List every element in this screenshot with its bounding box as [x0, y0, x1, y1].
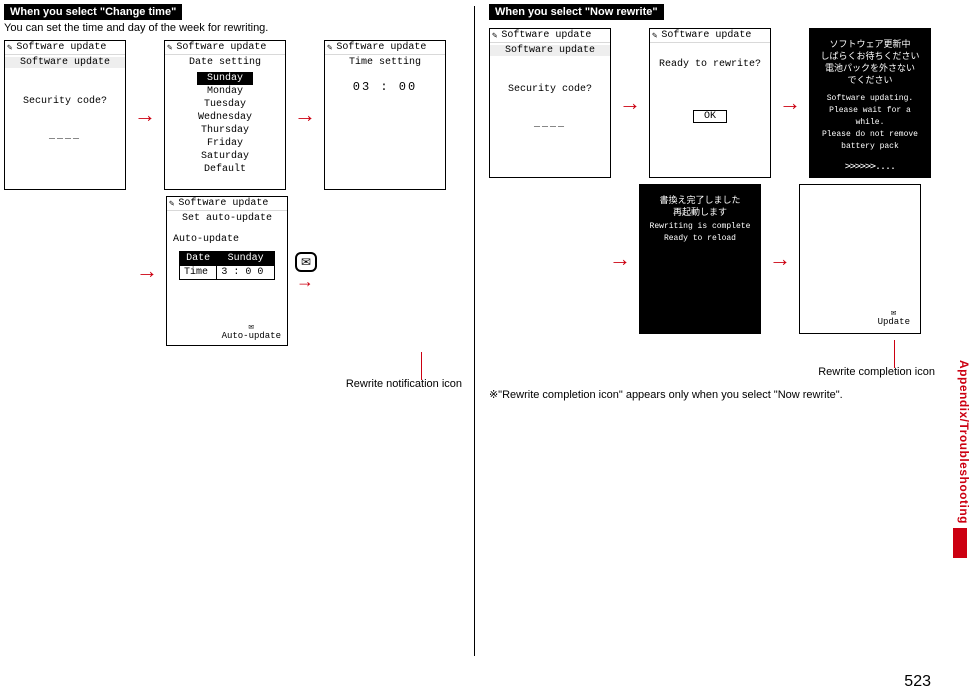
- arrow-icon: →: [615, 92, 645, 114]
- ok-button[interactable]: OK: [693, 110, 727, 123]
- callout-line: [894, 340, 895, 368]
- screen-auto-update: ✎Software update Set auto-update Auto-up…: [166, 196, 288, 346]
- screen-updating: ソフトウェア更新中 しばらくお待ちください 電池パックを外さない でください S…: [809, 28, 931, 178]
- security-input-2[interactable]: ____: [494, 119, 606, 130]
- completion-tiny-icon: ✉Update: [878, 309, 910, 327]
- screen-security-code: ✎Software update Software update Securit…: [4, 40, 126, 190]
- day-selected: Sunday: [197, 72, 253, 85]
- edit-icon: ✎: [652, 31, 657, 41]
- mail-icon: ✉: [295, 252, 317, 272]
- screen-final: ✉Update: [799, 184, 921, 334]
- notification-tiny-icon: ✉Auto-update: [222, 323, 281, 341]
- day-list[interactable]: Sunday Monday Tuesday Wednesday Thursday…: [165, 72, 285, 176]
- left-flow-row-2: → ✎Software update Set auto-update Auto-…: [132, 196, 464, 346]
- callout-line: [421, 352, 422, 380]
- auto-update-table: DateSunday Time3 : 0 0: [179, 251, 275, 280]
- edit-icon: ✎: [167, 43, 172, 53]
- time-value[interactable]: 03 : 00: [325, 78, 445, 96]
- right-header: When you select "Now rewrite": [489, 4, 664, 20]
- arrow-icon: →: [765, 248, 795, 270]
- screen-date-setting: ✎Software update Date setting Sunday Mon…: [164, 40, 286, 190]
- screen-ready-rewrite: ✎Software update Ready to rewrite? OK: [649, 28, 771, 178]
- mail-arrow-stack: ✉ →: [292, 252, 318, 290]
- security-input[interactable]: ____: [9, 131, 121, 142]
- arrow-icon: →: [292, 272, 318, 290]
- edit-icon: ✎: [492, 31, 497, 41]
- right-note: ※"Rewrite completion icon" appears only …: [489, 388, 935, 401]
- screen-time-setting: ✎Software update Time setting 03 : 00: [324, 40, 446, 190]
- screen-complete: 書換え完了しました 再起動します Rewriting is complete R…: [639, 184, 761, 334]
- left-header: When you select "Change time": [4, 4, 182, 20]
- arrow-icon: →: [132, 260, 162, 282]
- right-callout: Rewrite completion icon: [635, 366, 935, 378]
- arrow-icon: →: [130, 104, 160, 126]
- edit-icon: ✎: [7, 43, 12, 53]
- side-tab: Appendix/Troubleshooting: [957, 360, 971, 524]
- arrow-icon: →: [775, 92, 805, 114]
- left-column: When you select "Change time" You can se…: [4, 4, 474, 656]
- left-callout: Rewrite notification icon: [162, 378, 462, 390]
- page-number: 523: [904, 673, 931, 691]
- edit-icon: ✎: [169, 199, 174, 209]
- edit-icon: ✎: [327, 43, 332, 53]
- arrow-icon: →: [290, 104, 320, 126]
- security-prompt: Security code?: [9, 96, 121, 107]
- auto-update-label: Auto-update: [173, 234, 287, 245]
- right-flow-row-2: → 書換え完了しました 再起動します Rewriting is complete…: [605, 184, 935, 334]
- arrow-icon: →: [605, 248, 635, 270]
- left-intro: You can set the time and day of the week…: [4, 22, 464, 34]
- right-flow-row-1: ✎Software update Software update Securit…: [489, 28, 935, 178]
- screen-security-code-2: ✎Software update Software update Securit…: [489, 28, 611, 178]
- left-flow-row-1: ✎Software update Software update Securit…: [4, 40, 464, 190]
- progress-chevrons: >>>>>>....: [814, 161, 926, 173]
- right-column: When you select "Now rewrite" ✎Software …: [475, 4, 945, 656]
